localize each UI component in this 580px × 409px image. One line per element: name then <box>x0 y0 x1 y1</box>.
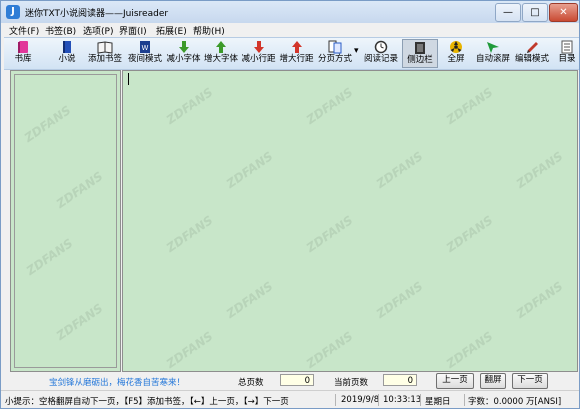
font-increase-button[interactable]: 增大字体 <box>202 39 240 68</box>
edit-mode-button[interactable]: 编辑模式 <box>512 39 552 68</box>
status-divider <box>378 394 379 406</box>
table-of-contents-button[interactable]: 目录 <box>555 39 579 68</box>
sidebar-toggle-button[interactable]: 侧边栏 <box>402 39 438 68</box>
current-page-label: 当前页数 <box>334 378 369 388</box>
watermark: ZDFANS <box>373 278 426 322</box>
window-title: 迷你TXT小说阅读器——Juisreader <box>25 9 169 19</box>
add-bookmark-icon <box>97 41 113 54</box>
close-button[interactable]: ✕ <box>549 3 578 22</box>
watermark: ZDFANS <box>163 212 216 256</box>
font-increase-icon <box>216 41 226 53</box>
status-divider <box>420 394 421 406</box>
menu-options[interactable]: 选项(P) <box>83 24 113 37</box>
next-page-button[interactable]: 下一页 <box>512 373 548 389</box>
watermark: ZDFANS <box>443 84 496 128</box>
app-logo-icon: J <box>6 5 20 19</box>
reading-history-clock-icon <box>374 40 388 54</box>
fullscreen-button[interactable]: 全屏 <box>441 39 471 68</box>
status-date: 2019/9/8 <box>341 395 380 405</box>
table-of-contents-icon <box>561 40 573 54</box>
menu-interface[interactable]: 界面(I) <box>119 24 147 37</box>
pagination-mode-button[interactable]: 分页方式 <box>315 39 355 68</box>
watermark: ZDFANS <box>303 84 356 128</box>
novel-button[interactable]: 小说 <box>52 39 82 68</box>
status-weekday: 星期日 <box>425 397 451 407</box>
add-bookmark-button[interactable]: 添加书签 <box>86 39 124 68</box>
reading-history-button[interactable]: 阅读记录 <box>361 39 401 68</box>
watermark: ZDFANS <box>163 84 216 128</box>
watermark: ZDFANS <box>443 328 496 372</box>
menu-file[interactable]: 文件(F) <box>9 24 39 37</box>
night-mode-button[interactable]: W 夜间模式 <box>126 39 164 68</box>
app-window: J 迷你TXT小说阅读器——Juisreader — □ ✕ 文件(F) 书签(… <box>0 0 580 409</box>
menu-help[interactable]: 帮助(H) <box>193 24 225 37</box>
sidebar-list[interactable]: ZDFANS ZDFANS ZDFANS ZDFANS <box>14 74 117 368</box>
menu-bar: 文件(F) 书签(B) 选项(P) 界面(I) 拓展(E) 帮助(H) <box>1 23 579 37</box>
status-bar: 小提示：空格翻屏自动下一页，【F5】添加书签，【←】上一页，【→】下一页 201… <box>1 390 579 408</box>
menu-extensions[interactable]: 拓展(E) <box>156 24 187 37</box>
page-flip-button[interactable]: 翻屏 <box>480 373 506 389</box>
sidebar-toggle-icon <box>415 42 425 54</box>
line-spacing-increase-button[interactable]: 增大行距 <box>278 39 315 68</box>
text-caret <box>128 73 129 85</box>
minimize-button[interactable]: — <box>495 3 521 22</box>
line-spacing-decrease-icon <box>253 41 264 53</box>
novel-book-icon <box>63 41 71 53</box>
current-page-field[interactable]: 0 <box>383 374 417 386</box>
line-spacing-increase-icon <box>291 41 302 53</box>
status-hint: 小提示：空格翻屏自动下一页，【F5】添加书签，【←】上一页，【→】下一页 <box>5 397 289 407</box>
watermark: ZDFANS <box>23 235 76 279</box>
library-button[interactable]: 书库 <box>4 39 42 68</box>
library-book-icon <box>18 41 28 53</box>
motto-text: 宝剑锋从磨砺出，梅花香自苦寒来！ <box>49 378 186 388</box>
font-decrease-icon <box>178 41 189 53</box>
toolbar: 书库 小说 添加书签 W 夜间模式 减小字体 增大字体 减小行距 增大行距 分页… <box>4 37 579 70</box>
status-char-count: 字数：0.0000 万[ANSI] <box>468 397 562 407</box>
watermark: ZDFANS <box>443 212 496 256</box>
watermark: ZDFANS <box>223 148 276 192</box>
total-pages-field: 0 <box>280 374 314 386</box>
previous-page-button[interactable]: 上一页 <box>436 373 474 389</box>
fullscreen-icon <box>450 41 462 53</box>
status-divider <box>335 394 336 406</box>
watermark: ZDFANS <box>373 148 426 192</box>
watermark: ZDFANS <box>53 300 106 344</box>
reader-text-area[interactable]: ZDFANS ZDFANS ZDFANS ZDFANS ZDFANS ZDFAN… <box>122 70 578 372</box>
maximize-button[interactable]: □ <box>522 3 548 22</box>
auto-scroll-button[interactable]: 自动滚屏 <box>474 39 512 68</box>
watermark: ZDFANS <box>513 278 566 322</box>
watermark: ZDFANS <box>163 328 216 372</box>
status-time: 10:33:13 <box>383 395 422 405</box>
night-mode-icon: W <box>140 41 150 53</box>
watermark: ZDFANS <box>513 148 566 192</box>
total-pages-label: 总页数 <box>238 378 264 388</box>
pagination-mode-icon <box>328 40 342 54</box>
pagination-dropdown-icon[interactable]: ▾ <box>354 46 359 56</box>
line-spacing-decrease-button[interactable]: 减小行距 <box>240 39 277 68</box>
auto-scroll-icon <box>487 42 499 53</box>
page-navigation-bar: 宝剑锋从磨砺出，梅花香自苦寒来！ 总页数 0 当前页数 0 上一页 翻屏 下一页 <box>1 372 579 390</box>
watermark: ZDFANS <box>303 212 356 256</box>
sidebar-panel[interactable]: ZDFANS ZDFANS ZDFANS ZDFANS <box>10 70 121 372</box>
title-bar[interactable]: J 迷你TXT小说阅读器——Juisreader — □ ✕ <box>1 1 579 23</box>
watermark: ZDFANS <box>223 278 276 322</box>
font-decrease-button[interactable]: 减小字体 <box>165 39 202 68</box>
watermark: ZDFANS <box>53 168 106 212</box>
watermark: ZDFANS <box>303 328 356 372</box>
status-divider <box>464 394 465 406</box>
svg-text:W: W <box>142 44 149 52</box>
edit-mode-pen-icon <box>527 42 538 53</box>
watermark: ZDFANS <box>21 102 74 146</box>
menu-bookmarks[interactable]: 书签(B) <box>45 24 76 37</box>
